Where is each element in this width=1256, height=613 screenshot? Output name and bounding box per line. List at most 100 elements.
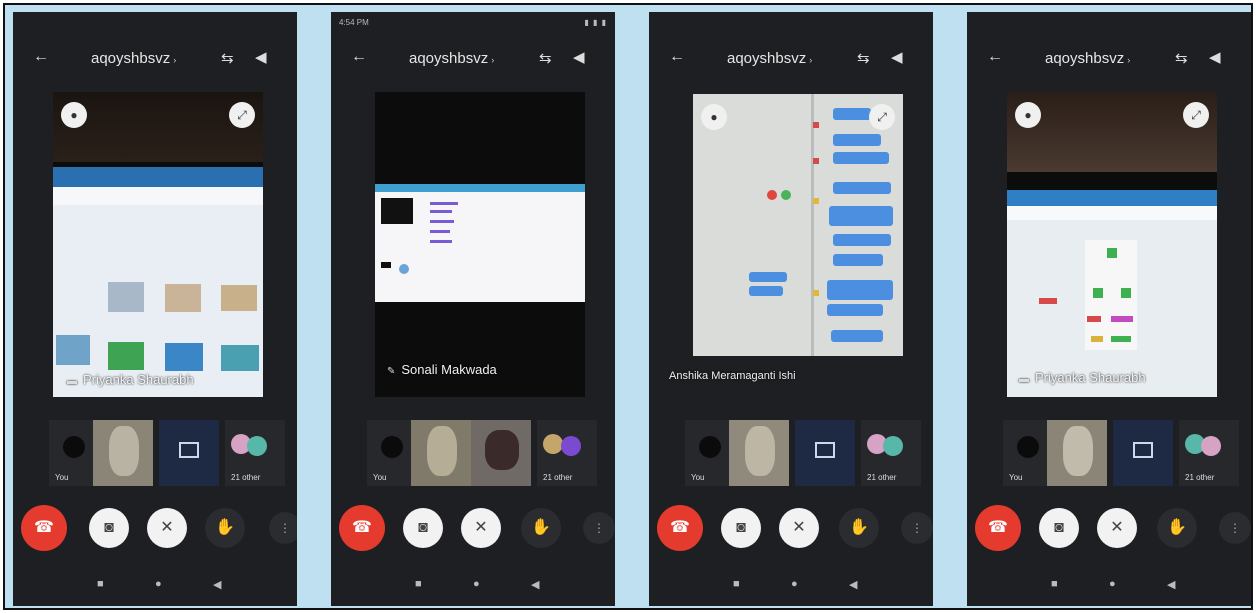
camera-icon[interactable]: ◙ [1039, 508, 1079, 548]
meeting-title[interactable]: aqoyshbsvz › [1045, 50, 1130, 67]
meeting-title[interactable]: aqoyshbsvz › [91, 50, 176, 67]
participant-tile[interactable] [159, 420, 219, 486]
block [1111, 336, 1131, 342]
home-icon[interactable]: ● [473, 578, 480, 590]
participant-strip: You 21 other [1003, 420, 1243, 486]
text-line [430, 240, 452, 243]
speaker-icon[interactable]: ◀ [573, 48, 585, 66]
switch-camera-icon[interactable]: ⇆ [221, 49, 234, 67]
mic-icon[interactable]: ✕ [779, 508, 819, 548]
raise-hand-icon[interactable]: ✋ [839, 508, 879, 548]
end-call-icon[interactable]: ☎ [21, 505, 67, 551]
participant-tile[interactable] [93, 420, 153, 486]
more-icon[interactable]: ⋮ [1219, 512, 1251, 544]
code-block [833, 152, 889, 164]
participant-tile[interactable] [795, 420, 855, 486]
pin-icon[interactable]: ● [1015, 102, 1041, 128]
main-video[interactable]: ● ⤢ ▬ Priyanka Shaurabh [53, 92, 263, 397]
home-icon[interactable]: ● [791, 578, 798, 590]
participant-tile[interactable]: 21 other [225, 420, 285, 486]
main-video[interactable]: ✎ Sonali Makwada [375, 92, 585, 397]
camera-icon[interactable]: ◙ [89, 508, 129, 548]
code-block [827, 280, 893, 300]
category-dot [813, 122, 819, 128]
meeting-title[interactable]: aqoyshbsvz › [409, 50, 494, 67]
call-controls: ☎ ◙ ✕ ✋ ⋮ [967, 505, 1251, 558]
arrow-left-icon[interactable]: ← [669, 48, 685, 66]
avatar [1063, 426, 1093, 476]
expand-icon[interactable]: ⤢ [229, 102, 255, 128]
participant-tile[interactable] [1113, 420, 1173, 486]
chevron-right-icon: › [809, 55, 813, 65]
mic-icon[interactable]: ✕ [1097, 508, 1137, 548]
more-icon[interactable]: ⋮ [901, 512, 933, 544]
nav-back-icon[interactable]: ◀ [213, 578, 221, 591]
arrow-left-icon[interactable]: ← [351, 48, 367, 66]
recent-apps-icon[interactable]: ■ [415, 578, 422, 590]
participant-label: You [55, 473, 69, 482]
top-bar: ← aqoyshbsvz › ⇆ ◀ [649, 44, 933, 74]
raise-hand-icon[interactable]: ✋ [205, 508, 245, 548]
main-video[interactable]: ● ⤢ [693, 94, 903, 356]
text-line [430, 202, 458, 205]
main-video[interactable]: ● ⤢ ▬ Priyanka Shaurabh [1007, 92, 1217, 397]
thumbnail [221, 285, 257, 311]
raise-hand-icon[interactable]: ✋ [521, 508, 561, 548]
participant-label: You [1009, 473, 1023, 482]
pin-icon[interactable]: ● [701, 104, 727, 130]
participant-tile[interactable] [471, 420, 531, 486]
camera-icon[interactable]: ◙ [403, 508, 443, 548]
more-icon[interactable]: ⋮ [583, 512, 615, 544]
end-call-icon[interactable]: ☎ [339, 505, 385, 551]
arrow-left-icon[interactable]: ← [987, 48, 1003, 66]
recent-apps-icon[interactable]: ■ [1051, 578, 1058, 590]
arrow-left-icon[interactable]: ← [33, 48, 49, 66]
speaker-icon[interactable]: ◀ [255, 48, 267, 66]
participant-tile[interactable]: 21 other [861, 420, 921, 486]
nav-back-icon[interactable]: ◀ [1167, 578, 1175, 591]
participant-tile[interactable]: 21 other [537, 420, 597, 486]
top-bar: ← aqoyshbsvz › ⇆ ◀ [13, 44, 297, 74]
call-controls: ☎ ◙ ✕ ✋ ⋮ [649, 505, 933, 558]
participant-label: 21 other [1185, 473, 1215, 482]
shared-screen [693, 94, 903, 356]
end-call-icon[interactable]: ☎ [657, 505, 703, 551]
speaker-icon[interactable]: ◀ [1209, 48, 1221, 66]
nav-back-icon[interactable]: ◀ [531, 578, 539, 591]
switch-camera-icon[interactable]: ⇆ [857, 49, 870, 67]
block [1093, 288, 1103, 298]
block [1091, 336, 1103, 342]
system-nav-bar: ■ ● ◀ [13, 578, 297, 598]
end-call-icon[interactable]: ☎ [975, 505, 1021, 551]
nav-back-icon[interactable]: ◀ [849, 578, 857, 591]
participant-strip: You 21 other [685, 420, 925, 486]
mic-icon[interactable]: ✕ [461, 508, 501, 548]
call-controls: ☎ ◙ ✕ ✋ ⋮ [331, 505, 615, 558]
participant-tile[interactable] [729, 420, 789, 486]
participant-tile[interactable] [411, 420, 471, 486]
home-icon[interactable]: ● [155, 578, 162, 590]
expand-icon[interactable]: ⤢ [869, 104, 895, 130]
participant-label: 21 other [543, 473, 573, 482]
participant-tile[interactable]: 21 other [1179, 420, 1239, 486]
recent-apps-icon[interactable]: ■ [97, 578, 104, 590]
recent-apps-icon[interactable]: ■ [733, 578, 740, 590]
participant-tile[interactable] [1047, 420, 1107, 486]
pin-icon[interactable]: ● [61, 102, 87, 128]
text-line [430, 220, 454, 223]
switch-camera-icon[interactable]: ⇆ [1175, 49, 1188, 67]
avatar [109, 426, 139, 476]
speaker-caption: ▬ Priyanka Shaurabh [1019, 370, 1146, 385]
camera-icon[interactable]: ◙ [721, 508, 761, 548]
raise-hand-icon[interactable]: ✋ [1157, 508, 1197, 548]
mic-icon[interactable]: ✕ [147, 508, 187, 548]
switch-camera-icon[interactable]: ⇆ [539, 49, 552, 67]
meeting-title[interactable]: aqoyshbsvz › [727, 50, 812, 67]
expand-icon[interactable]: ⤢ [1183, 102, 1209, 128]
more-icon[interactable]: ⋮ [269, 512, 297, 544]
thumbnail [381, 198, 413, 224]
block [1111, 316, 1133, 322]
home-icon[interactable]: ● [1109, 578, 1116, 590]
speaker-icon[interactable]: ◀ [891, 48, 903, 66]
thumbnail [108, 342, 144, 370]
